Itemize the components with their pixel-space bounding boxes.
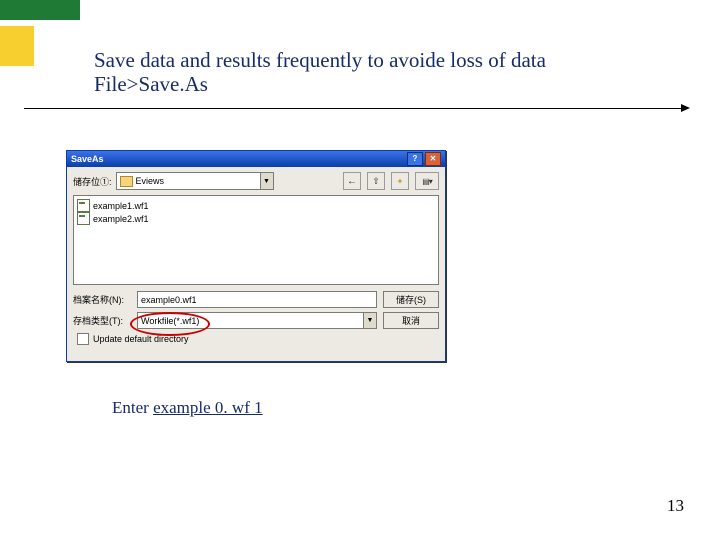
green-accent xyxy=(0,0,80,20)
filename-label: 档案名称(N): xyxy=(73,293,131,306)
back-icon[interactable] xyxy=(343,172,361,190)
page-number: 13 xyxy=(667,496,684,516)
folder-icon xyxy=(120,176,133,187)
update-default-checkbox[interactable] xyxy=(77,333,89,345)
yellow-accent xyxy=(0,26,34,66)
views-menu-icon[interactable] xyxy=(415,172,439,190)
file-name: example2.wf1 xyxy=(93,214,149,224)
savein-value: Eviews xyxy=(136,176,165,186)
heading-line2: File>Save.As xyxy=(94,72,208,96)
save-button[interactable]: 储存(S) xyxy=(383,291,439,308)
help-button[interactable]: ? xyxy=(407,152,423,166)
cancel-button[interactable]: 取消 xyxy=(383,312,439,329)
file-name: example1.wf1 xyxy=(93,201,149,211)
titlebar: SaveAs ? ✕ xyxy=(67,151,445,167)
chevron-down-icon[interactable]: ▼ xyxy=(363,313,376,328)
file-list[interactable]: example1.wf1 example2.wf1 xyxy=(73,195,439,285)
savein-combo[interactable]: Eviews ▼ xyxy=(116,172,274,190)
bottom-controls: 档案名称(N): 储存(S) 存档类型(T): Workfile(*.wf1) … xyxy=(67,285,445,347)
workfile-icon xyxy=(77,212,90,225)
new-folder-icon[interactable] xyxy=(391,172,409,190)
dialog-title: SaveAs xyxy=(71,154,405,164)
caption-prefix: Enter xyxy=(112,398,153,417)
caption: Enter example 0. wf 1 xyxy=(112,398,263,418)
close-button[interactable]: ✕ xyxy=(425,152,441,166)
filename-input[interactable] xyxy=(137,291,377,308)
list-item[interactable]: example2.wf1 xyxy=(77,212,435,225)
chevron-down-icon[interactable]: ▼ xyxy=(260,173,273,189)
filetype-value: Workfile(*.wf1) xyxy=(141,316,199,326)
saveas-dialog: SaveAs ? ✕ 储存位①: Eviews ▼ example1.wf1 xyxy=(66,150,446,362)
workfile-icon xyxy=(77,199,90,212)
update-default-label: Update default directory xyxy=(93,334,189,344)
heading-line1: Save data and results frequently to avoi… xyxy=(94,48,546,72)
list-item[interactable]: example1.wf1 xyxy=(77,199,435,212)
update-default-row: Update default directory xyxy=(77,333,439,345)
up-one-level-icon[interactable] xyxy=(367,172,385,190)
filetype-label: 存档类型(T): xyxy=(73,314,131,327)
heading: Save data and results frequently to avoi… xyxy=(94,48,654,96)
divider-arrow xyxy=(24,108,684,109)
slide: Save data and results frequently to avoi… xyxy=(0,0,720,540)
filetype-combo[interactable]: Workfile(*.wf1) ▼ xyxy=(137,312,377,329)
savein-label: 储存位①: xyxy=(73,175,112,188)
nav-icons xyxy=(343,172,439,190)
caption-filename: example 0. wf 1 xyxy=(153,398,263,417)
toolbar: 储存位①: Eviews ▼ xyxy=(67,167,445,195)
